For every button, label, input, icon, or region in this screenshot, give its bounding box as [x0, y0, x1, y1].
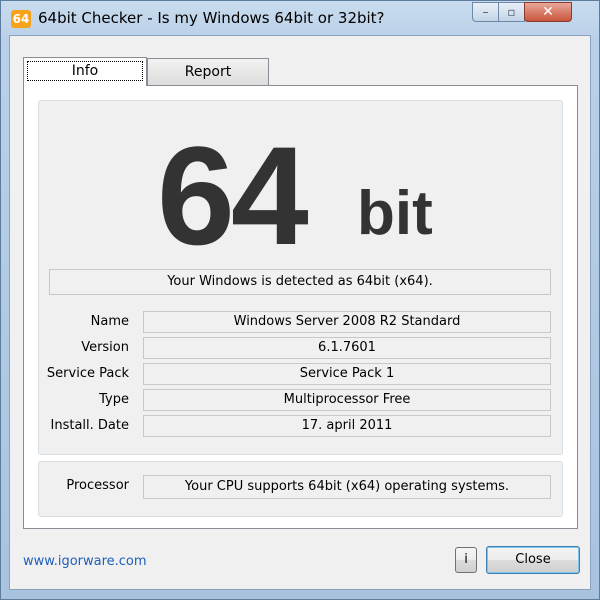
close-button[interactable]: Close	[486, 546, 580, 574]
minimize-button[interactable]: –	[472, 2, 499, 22]
processor-field[interactable]: Your CPU supports 64bit (x64) operating …	[143, 475, 551, 499]
type-label: Type	[99, 392, 129, 407]
close-window-button[interactable]: ✕	[524, 2, 572, 22]
service-pack-label: Service Pack	[46, 366, 129, 381]
minimize-icon: –	[482, 5, 489, 19]
service-pack-field[interactable]: Service Pack 1	[143, 363, 551, 385]
maximize-button[interactable]: ▫	[498, 2, 525, 22]
app-window: 64 64bit Checker - Is my Windows 64bit o…	[0, 0, 600, 600]
detection-message: Your Windows is detected as 64bit (x64).	[49, 269, 551, 295]
type-field[interactable]: Multiprocessor Free	[143, 389, 551, 411]
version-label: Version	[81, 340, 129, 355]
name-label: Name	[90, 314, 129, 329]
install-date-label: Install. Date	[50, 418, 129, 433]
title-bar[interactable]: 64 64bit Checker - Is my Windows 64bit o…	[1, 1, 599, 35]
info-button[interactable]: i	[455, 547, 477, 573]
maximize-icon: ▫	[507, 5, 516, 19]
name-field[interactable]: Windows Server 2008 R2 Standard	[143, 311, 551, 333]
focus-rect	[27, 61, 143, 81]
bitness-unit: bit	[357, 179, 433, 248]
info-panel: 64 bit Your Windows is detected as 64bit…	[23, 85, 578, 529]
website-link[interactable]: www.igorware.com	[23, 554, 147, 569]
install-date-field[interactable]: 17. april 2011	[143, 415, 551, 437]
bitness-number: 64	[157, 117, 309, 274]
system-info-group: 64 bit Your Windows is detected as 64bit…	[38, 100, 563, 455]
tab-info[interactable]: Info	[23, 57, 147, 86]
app-logo-icon: 64	[11, 10, 31, 28]
tab-report-label: Report	[184, 64, 232, 80]
tab-report[interactable]: Report	[147, 58, 269, 85]
processor-group: Processor Your CPU supports 64bit (x64) …	[38, 461, 563, 517]
processor-label: Processor	[66, 478, 129, 493]
window-title: 64bit Checker - Is my Windows 64bit or 3…	[38, 9, 385, 27]
version-field[interactable]: 6.1.7601	[143, 337, 551, 359]
close-icon: ✕	[542, 4, 554, 20]
client-area: Info Report 64 bit Your Windows is detec…	[9, 35, 591, 590]
